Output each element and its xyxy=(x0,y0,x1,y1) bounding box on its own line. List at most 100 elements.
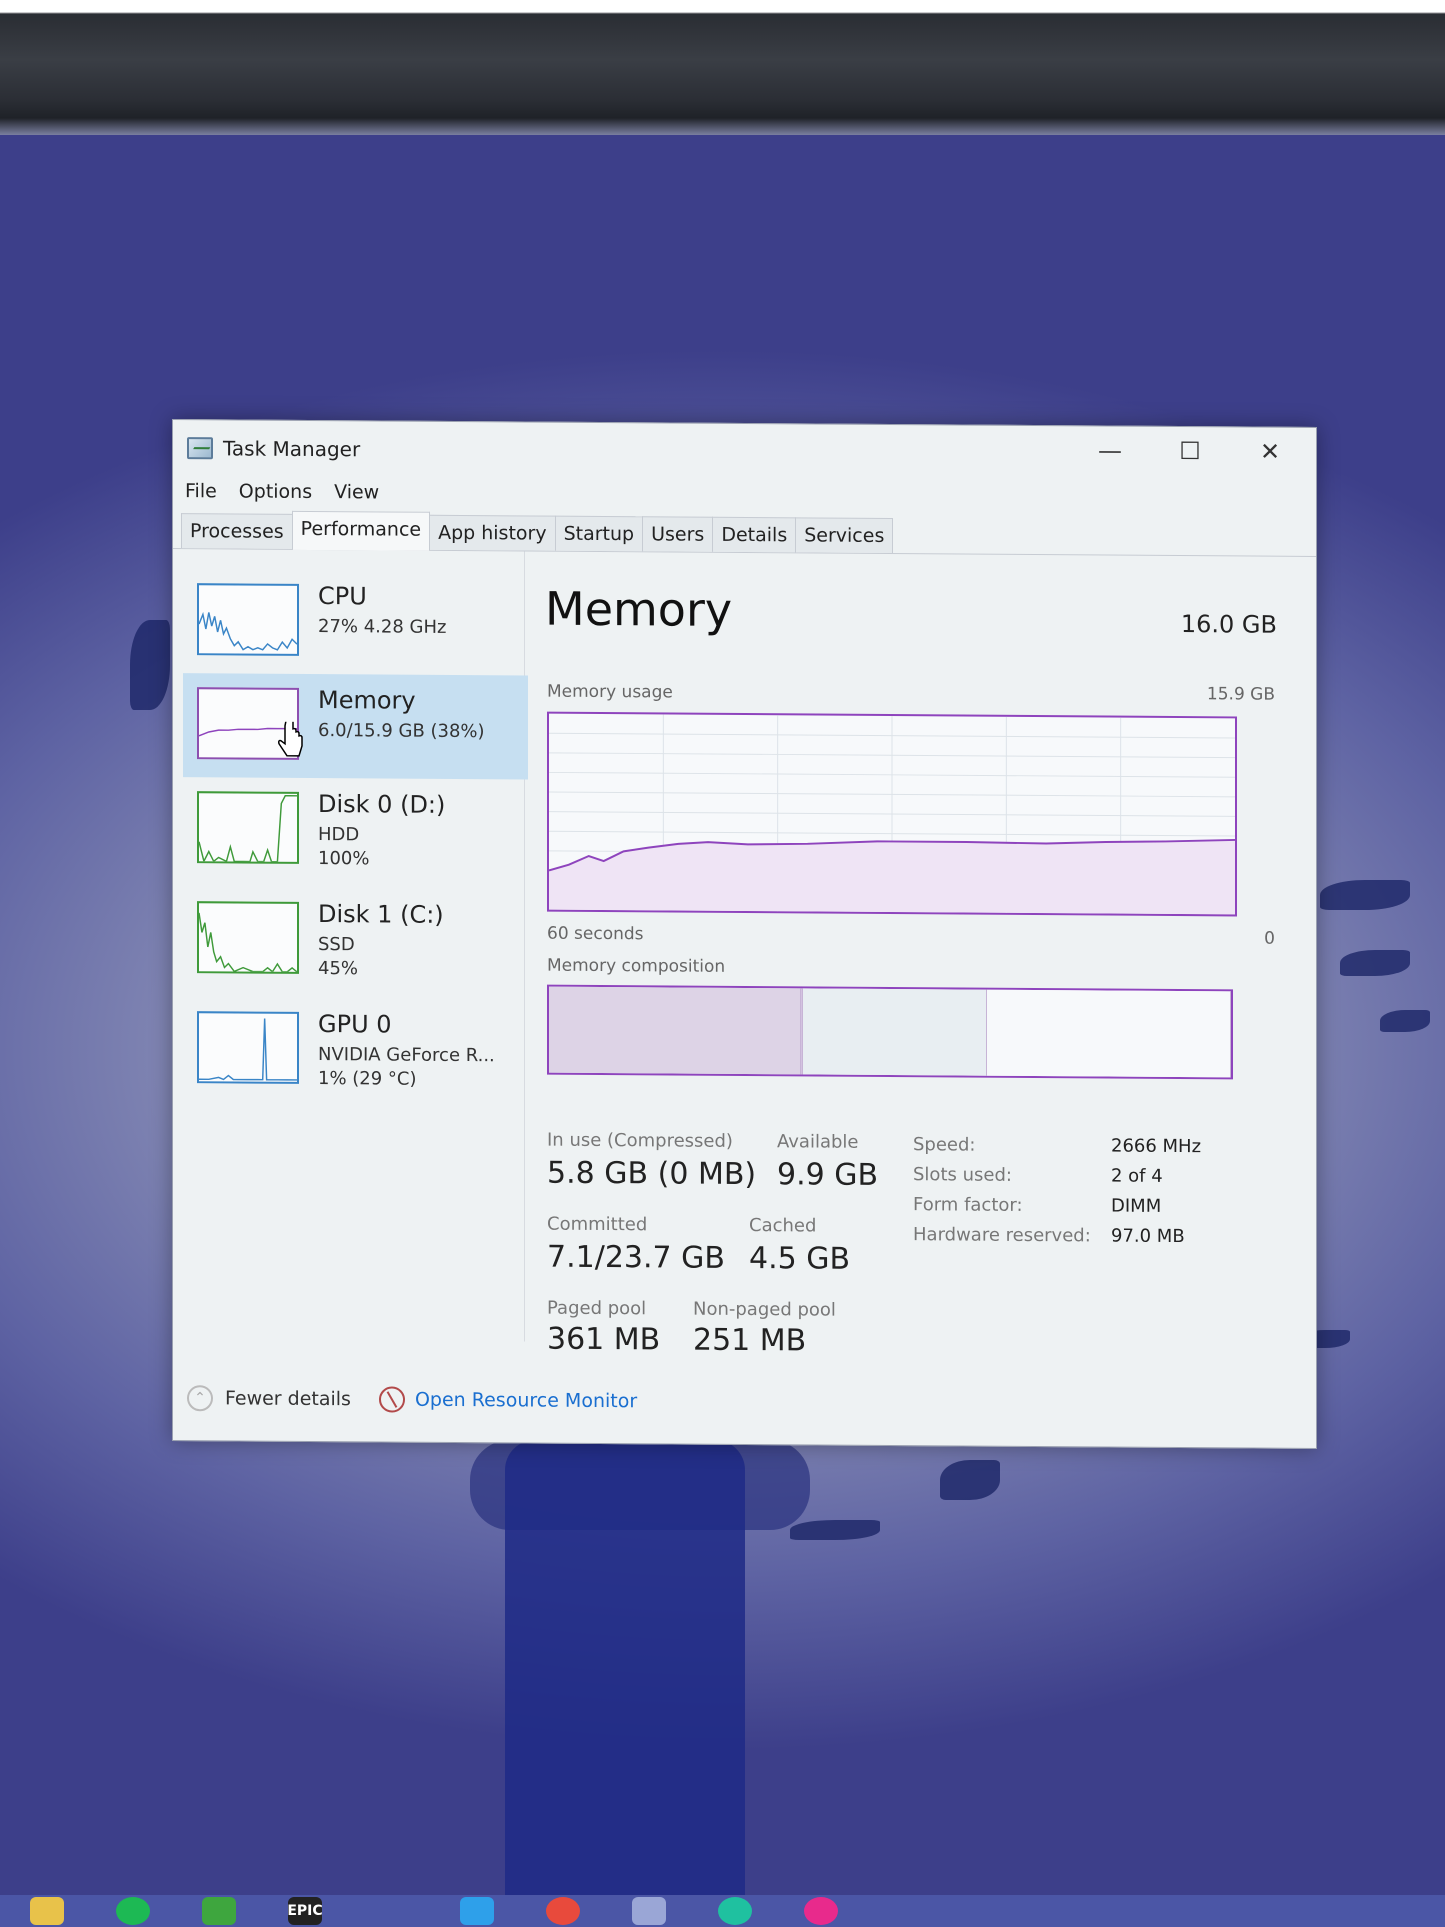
resource-detail: 6.0/15.9 GB (38%) xyxy=(318,720,485,743)
resource-detail: 27% 4.28 GHz xyxy=(318,616,447,638)
hardware-reserved-value: 97.0 MB xyxy=(1111,1225,1185,1248)
memory-composition-label: Memory composition xyxy=(547,955,726,977)
task-manager-icon xyxy=(187,436,213,459)
available-value: 9.9 GB xyxy=(777,1157,879,1193)
chevron-up-icon[interactable]: ⌃ xyxy=(187,1385,213,1412)
file-explorer-icon[interactable] xyxy=(30,1897,64,1925)
cpu-thumbnail-graph xyxy=(197,583,299,656)
tab-details[interactable]: Details xyxy=(712,516,797,553)
available-label: Available xyxy=(777,1131,859,1153)
app-icon[interactable] xyxy=(460,1897,494,1925)
taskbar: EPIC xyxy=(0,1895,1445,1927)
window-title: Task Manager xyxy=(223,435,361,461)
in-use-label: In use (Compressed) xyxy=(547,1129,733,1152)
tab-startup[interactable]: Startup xyxy=(554,515,644,552)
window-controls: — ☐ ✕ xyxy=(1084,430,1296,471)
speed-value: 2666 MHz xyxy=(1111,1135,1202,1158)
memory-usage-max: 15.9 GB xyxy=(1206,684,1275,705)
paged-pool-value: 361 MB xyxy=(547,1321,661,1358)
cached-value: 4.5 GB xyxy=(749,1241,851,1277)
committed-label: Committed xyxy=(547,1213,648,1236)
tab-services[interactable]: Services xyxy=(795,517,894,554)
wallpaper-leaf xyxy=(940,1460,1000,1500)
resource-item-cpu[interactable]: CPU 27% 4.28 GHz xyxy=(183,569,528,675)
wallpaper-leaf xyxy=(130,620,170,710)
resource-name: GPU 0 xyxy=(318,1010,392,1039)
resource-item-disk-1[interactable]: Disk 1 (C:) SSD 45% xyxy=(183,887,528,993)
task-manager-window: Task Manager — ☐ ✕ File Options View Pro… xyxy=(172,419,1317,1449)
fewer-details-button[interactable]: Fewer details xyxy=(225,1387,351,1410)
resource-name: Memory xyxy=(318,686,416,715)
non-paged-pool-value: 251 MB xyxy=(693,1322,807,1359)
hand-cursor-icon xyxy=(278,721,303,757)
form-factor-value: DIMM xyxy=(1111,1195,1162,1217)
menu-options[interactable]: Options xyxy=(239,480,312,503)
resource-monitor-icon[interactable] xyxy=(378,1386,405,1413)
page-title: Memory xyxy=(545,581,733,637)
memory-composition-bar xyxy=(547,984,1233,1080)
resource-name: Disk 1 (C:) xyxy=(318,900,444,929)
app-icon-pink[interactable] xyxy=(804,1897,838,1925)
wallpaper-leaf xyxy=(1320,880,1410,910)
resource-name: Disk 0 (D:) xyxy=(318,790,446,819)
time-end-label: 0 xyxy=(1264,928,1275,949)
wallpaper-leaf xyxy=(790,1520,880,1540)
resource-item-memory[interactable]: Memory 6.0/15.9 GB (38%) xyxy=(183,673,528,780)
tab-performance[interactable]: Performance xyxy=(291,510,431,551)
composition-segment-standby xyxy=(803,988,988,1076)
disk0-thumbnail-graph xyxy=(197,791,299,864)
performance-content: CPU 27% 4.28 GHz Memory 6.0/15.9 GB (38%… xyxy=(173,549,1316,1359)
minimize-button[interactable]: — xyxy=(1084,430,1136,470)
form-factor-label: Form factor: xyxy=(913,1194,1023,1216)
time-span-label: 60 seconds xyxy=(547,923,644,945)
footer: ⌃ Fewer details Open Resource Monitor xyxy=(173,1376,1316,1428)
menu-file[interactable]: File xyxy=(185,480,217,502)
disk1-thumbnail-graph xyxy=(197,901,299,974)
gpu0-thumbnail-graph xyxy=(197,1011,299,1084)
memory-detail-pane: Memory 16.0 GB Memory usage 15.9 GB 60 s… xyxy=(545,552,1305,1359)
composition-segment-in-use xyxy=(549,986,802,1075)
task-manager-taskbar-icon[interactable] xyxy=(632,1897,666,1925)
mouse-icon[interactable] xyxy=(374,1897,408,1925)
memory-usage-graph xyxy=(547,711,1237,917)
tab-app-history[interactable]: App history xyxy=(429,514,556,551)
resource-name: CPU xyxy=(318,582,367,611)
slots-label: Slots used: xyxy=(913,1164,1012,1186)
resource-type: HDD xyxy=(318,824,360,846)
resource-item-disk-0[interactable]: Disk 0 (D:) HDD 100% xyxy=(183,777,528,883)
epic-games-icon[interactable]: EPIC xyxy=(287,1897,323,1925)
wallpaper-leaf xyxy=(1380,1010,1430,1032)
wallpaper-leaf xyxy=(1340,950,1410,976)
hardware-reserved-label: Hardware reserved: xyxy=(913,1224,1091,1247)
wallpaper-tree-trunk xyxy=(505,1440,745,1910)
spotify-icon[interactable] xyxy=(116,1897,150,1925)
open-resource-monitor-link[interactable]: Open Resource Monitor xyxy=(415,1389,637,1413)
resource-detail: 100% xyxy=(318,848,370,870)
resource-detail: 1% (29 °C) xyxy=(318,1068,417,1090)
total-memory: 16.0 GB xyxy=(1180,610,1277,639)
menu-view[interactable]: View xyxy=(334,481,379,503)
slots-value: 2 of 4 xyxy=(1111,1165,1163,1187)
speed-label: Speed: xyxy=(913,1134,976,1156)
resource-type: SSD xyxy=(318,934,355,956)
cached-label: Cached xyxy=(749,1215,817,1237)
close-button[interactable]: ✕ xyxy=(1244,431,1296,471)
chrome-icon[interactable] xyxy=(546,1897,580,1925)
paged-pool-label: Paged pool xyxy=(547,1297,647,1320)
non-paged-pool-label: Non-paged pool xyxy=(693,1298,836,1321)
resource-detail: 45% xyxy=(318,958,359,980)
tab-processes[interactable]: Processes xyxy=(181,513,293,549)
committed-value: 7.1/23.7 GB xyxy=(547,1239,725,1276)
monitor-bezel xyxy=(0,0,1445,135)
composition-segment-free xyxy=(987,989,1231,1078)
in-use-value: 5.8 GB (0 MB) xyxy=(547,1155,757,1193)
title-bar[interactable]: Task Manager — ☐ ✕ xyxy=(173,420,1316,483)
messaging-icon[interactable] xyxy=(718,1897,752,1925)
tab-users[interactable]: Users xyxy=(642,516,714,552)
xbox-icon[interactable] xyxy=(202,1897,236,1925)
resource-item-gpu-0[interactable]: GPU 0 NVIDIA GeForce R... 1% (29 °C) xyxy=(183,997,528,1103)
resource-list: CPU 27% 4.28 GHz Memory 6.0/15.9 GB (38%… xyxy=(173,549,528,1342)
resource-type: NVIDIA GeForce R... xyxy=(318,1044,495,1067)
memory-usage-label: Memory usage xyxy=(547,681,673,703)
maximize-button[interactable]: ☐ xyxy=(1164,431,1216,471)
